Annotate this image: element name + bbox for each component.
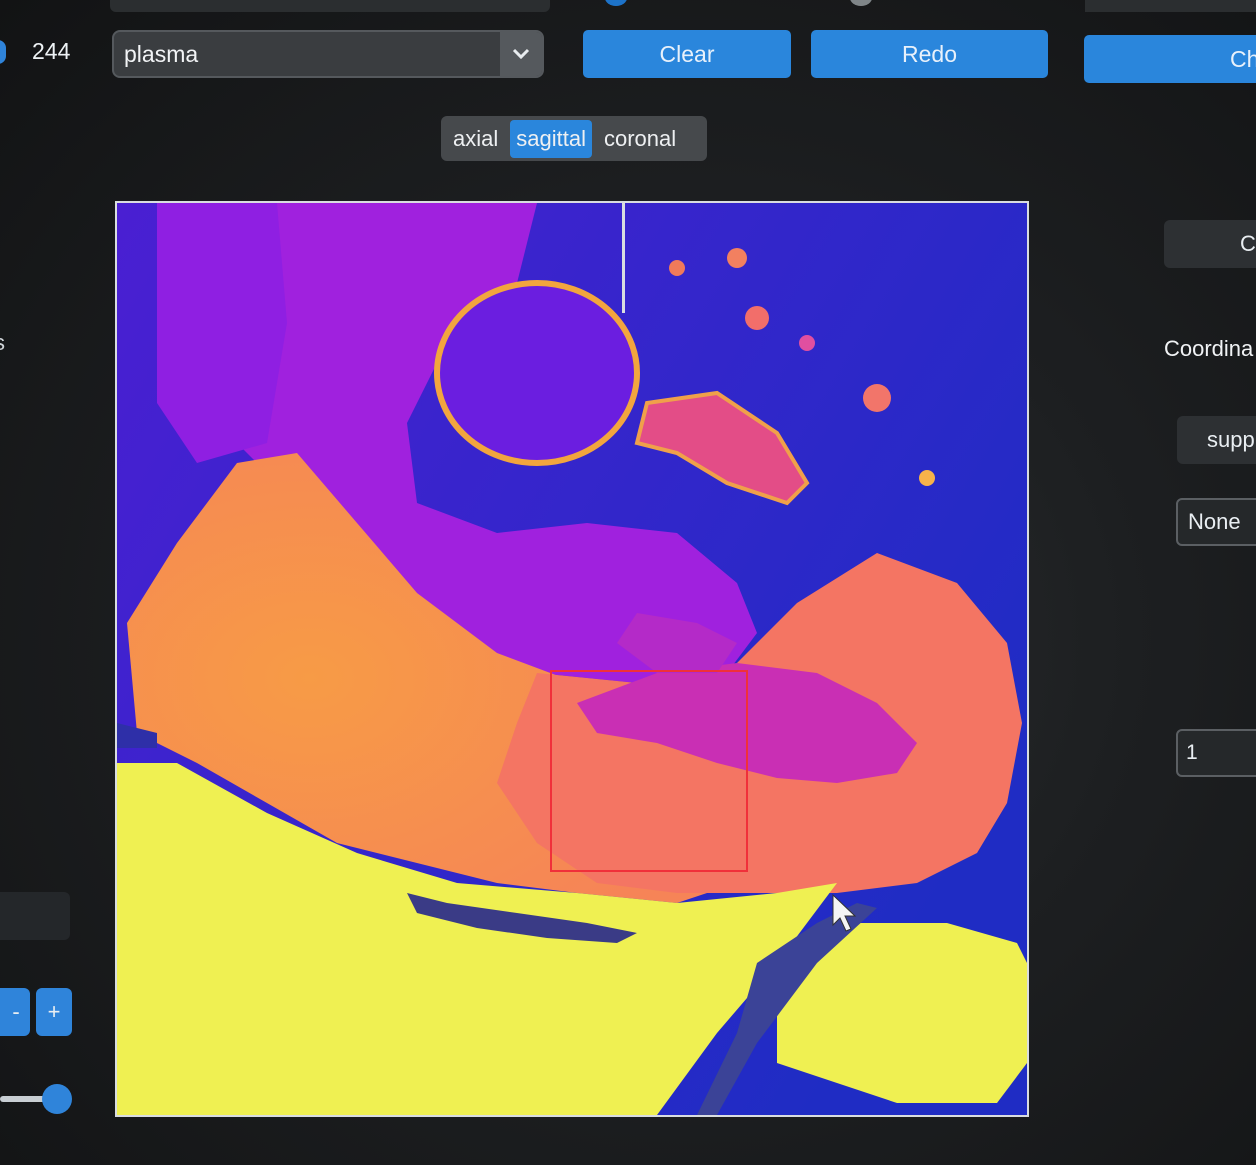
option-select[interactable]: None bbox=[1176, 498, 1256, 546]
supp-button-label: supp bbox=[1207, 427, 1255, 452]
clear-button-label: Clear bbox=[659, 40, 715, 67]
clear-button[interactable]: Clear bbox=[583, 30, 791, 78]
redo-button[interactable]: Redo bbox=[811, 30, 1048, 78]
top-panel-edge bbox=[1085, 0, 1256, 12]
increment-label: + bbox=[47, 999, 61, 1024]
slice-value: 244 bbox=[32, 38, 71, 64]
radio-option-icon[interactable] bbox=[605, 0, 627, 6]
tab-axial[interactable]: axial bbox=[447, 120, 504, 158]
decrement-label: - bbox=[12, 999, 20, 1024]
radio-option-icon[interactable] bbox=[850, 0, 872, 6]
top-panel-edge bbox=[110, 0, 550, 12]
coordinates-label: Coordina bbox=[1164, 336, 1254, 361]
left-slider-thumb[interactable] bbox=[42, 1084, 72, 1114]
left-panel-text: s bbox=[0, 330, 5, 356]
plasma-segmentation-image bbox=[117, 203, 1027, 1115]
supp-button[interactable]: supp bbox=[1177, 416, 1256, 464]
chevron-down-icon[interactable] bbox=[500, 32, 542, 76]
scan-image-canvas[interactable] bbox=[115, 201, 1029, 1117]
view-plane-tabs: axial sagittal coronal bbox=[441, 116, 707, 161]
number-input[interactable]: 1 bbox=[1176, 729, 1256, 777]
number-input-value: 1 bbox=[1186, 741, 1198, 764]
slice-slider-thumb[interactable] bbox=[0, 40, 6, 64]
option-select-value: None bbox=[1188, 509, 1241, 534]
ch-button[interactable]: Ch bbox=[1084, 35, 1256, 83]
decrement-button[interactable]: - bbox=[0, 988, 30, 1036]
right-panel-button[interactable]: C bbox=[1164, 220, 1256, 268]
increment-button[interactable]: + bbox=[36, 988, 72, 1036]
colormap-value: plasma bbox=[124, 40, 199, 67]
tab-sagittal[interactable]: sagittal bbox=[510, 119, 592, 158]
right-panel-button-label: C bbox=[1240, 231, 1256, 256]
tab-coronal[interactable]: coronal bbox=[598, 120, 682, 158]
left-panel-field[interactable] bbox=[0, 892, 70, 940]
ch-button-label: Ch bbox=[1230, 45, 1256, 72]
colormap-select[interactable]: plasma bbox=[112, 30, 544, 78]
segmentation-viewer: 244 plasma Clear Redo Ch axial sagittal … bbox=[0, 0, 1256, 1165]
redo-button-label: Redo bbox=[902, 40, 957, 67]
